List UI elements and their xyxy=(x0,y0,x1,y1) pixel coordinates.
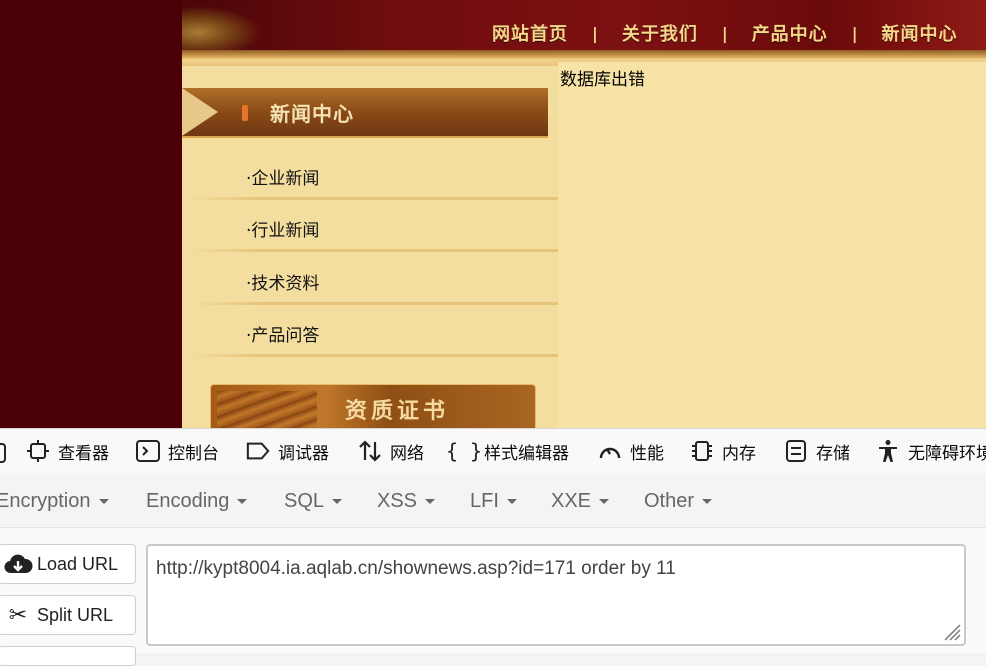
hackbar-menu-bar: Encryption Encoding SQL XSS LFI XXE Othe… xyxy=(0,473,986,528)
menu-label: SQL xyxy=(284,490,325,512)
divider xyxy=(188,354,558,357)
caret-down-icon xyxy=(237,499,248,505)
nav-news-link[interactable]: 新闻中心 xyxy=(882,20,958,46)
tab-label: 内存 xyxy=(722,443,756,464)
tab-network[interactable]: 网络 xyxy=(358,429,424,473)
caret-down-icon xyxy=(506,499,517,505)
performance-icon xyxy=(598,439,622,463)
sidebar-title: 新闻中心 xyxy=(270,102,354,126)
tab-label: 调试器 xyxy=(278,443,329,464)
top-navigation: 网站首页 | 关于我们 | 产品中心 | 新闻中心 xyxy=(492,20,958,46)
tab-inspector[interactable]: 查看器 xyxy=(26,429,109,473)
hackbar-panel: Load URL ✂ Split URL http://kypt8004.ia.… xyxy=(0,528,986,666)
caret-down-icon xyxy=(702,499,713,505)
tab-label: 网络 xyxy=(390,443,424,464)
tab-label: 存储 xyxy=(816,443,850,464)
tab-accessibility[interactable]: 无障碍环境 xyxy=(876,429,986,473)
other-dropdown[interactable]: Other xyxy=(644,490,713,513)
encryption-dropdown[interactable]: Encryption xyxy=(0,490,109,513)
xxe-dropdown[interactable]: XXE xyxy=(551,490,610,513)
caret-down-icon xyxy=(425,499,436,505)
certificate-title: 资质证书 xyxy=(345,399,450,424)
tab-label: 控制台 xyxy=(168,443,219,464)
menu-label: Other xyxy=(644,490,695,512)
console-icon xyxy=(136,439,160,463)
sidebar-item-label[interactable]: ·产品问答 xyxy=(246,321,319,346)
caret-down-icon xyxy=(98,499,109,505)
nav-about-link[interactable]: 关于我们 xyxy=(622,20,698,46)
cloud-download-icon xyxy=(3,552,33,576)
execute-button[interactable] xyxy=(0,646,136,666)
sql-dropdown[interactable]: SQL xyxy=(284,490,343,513)
inspector-icon xyxy=(26,439,50,463)
scissors-icon: ✂ xyxy=(8,602,28,628)
sidebar-item-product-faq[interactable]: ·产品问答 xyxy=(182,305,558,357)
nav-products-link[interactable]: 产品中心 xyxy=(752,20,828,46)
encoding-dropdown[interactable]: Encoding xyxy=(146,490,248,513)
load-url-button[interactable]: Load URL xyxy=(0,544,136,584)
style-editor-icon: { } xyxy=(445,439,483,463)
tab-label: 查看器 xyxy=(58,443,109,464)
nav-separator: | xyxy=(721,23,728,43)
nav-home-link[interactable]: 网站首页 xyxy=(492,20,568,46)
wood-texture-icon xyxy=(217,391,317,428)
tab-style-editor[interactable]: { } 样式编辑器 xyxy=(445,429,569,473)
xss-dropdown[interactable]: XSS xyxy=(377,490,436,513)
load-url-label: Load URL xyxy=(37,553,119,574)
menu-label: XXE xyxy=(551,490,592,512)
tab-label: 性能 xyxy=(630,443,664,464)
resize-grip-icon[interactable] xyxy=(941,621,961,641)
tab-memory[interactable]: 内存 xyxy=(690,429,756,473)
url-textarea[interactable]: http://kypt8004.ia.aqlab.cn/shownews.asp… xyxy=(146,544,966,646)
bullet-icon xyxy=(242,105,248,121)
divider xyxy=(188,249,558,252)
certificate-banner[interactable]: 资质证书 xyxy=(210,384,536,428)
tab-storage[interactable]: 存储 xyxy=(784,429,850,473)
sidebar-item-label[interactable]: ·行业新闻 xyxy=(246,216,319,241)
split-url-label: Split URL xyxy=(37,604,114,625)
nav-separator: | xyxy=(592,23,598,43)
caret-down-icon xyxy=(332,499,343,505)
menu-label: XSS xyxy=(377,490,418,512)
tab-label: 样式编辑器 xyxy=(484,443,569,464)
database-error-text: 数据库出错 xyxy=(560,70,645,90)
tab-console[interactable]: 控制台 xyxy=(136,429,219,473)
url-value[interactable]: http://kypt8004.ia.aqlab.cn/shownews.asp… xyxy=(156,558,676,580)
network-icon xyxy=(358,439,382,463)
memory-icon xyxy=(690,439,714,463)
pick-element-icon[interactable] xyxy=(0,443,6,463)
arrow-icon xyxy=(182,88,218,136)
news-sidebar: 新闻中心 ·企业新闻 ·行业新闻 ·技术资料 ·产品问答 资质证书 xyxy=(182,66,558,428)
tab-label: 无障碍环境 xyxy=(908,443,986,464)
page-margin xyxy=(0,0,182,428)
accessibility-icon xyxy=(876,439,900,463)
sidebar-item-industry-news[interactable]: ·行业新闻 xyxy=(182,200,558,252)
banner-ornament-icon xyxy=(182,6,262,50)
nav-separator: | xyxy=(851,23,858,43)
sidebar-item-label[interactable]: ·技术资料 xyxy=(246,269,319,294)
main-content: 数据库出错 xyxy=(558,62,986,428)
tab-debugger[interactable]: 调试器 xyxy=(246,429,329,473)
debugger-icon xyxy=(246,439,270,463)
split-url-button[interactable]: ✂ Split URL xyxy=(0,595,136,635)
sidebar-item-label[interactable]: ·企业新闻 xyxy=(246,164,319,189)
storage-icon xyxy=(784,439,808,463)
website-viewport: 网站首页 | 关于我们 | 产品中心 | 新闻中心 新闻中心 ·企业新闻 ·行业… xyxy=(0,0,986,428)
menu-label: Encryption xyxy=(0,490,91,512)
sidebar-item-tech-docs[interactable]: ·技术资料 xyxy=(182,253,558,305)
sidebar-item-company-news[interactable]: ·企业新闻 xyxy=(182,148,558,200)
sidebar-header: 新闻中心 xyxy=(182,88,548,138)
tab-performance[interactable]: 性能 xyxy=(598,429,664,473)
menu-label: LFI xyxy=(470,490,499,512)
menu-label: Encoding xyxy=(146,490,230,512)
caret-down-icon xyxy=(599,499,610,505)
devtools-toolbar: 查看器 控制台 调试器 网络 { } 样式编辑器 性能 内存 存储 无障碍环境 xyxy=(0,428,986,474)
lfi-dropdown[interactable]: LFI xyxy=(470,490,517,513)
